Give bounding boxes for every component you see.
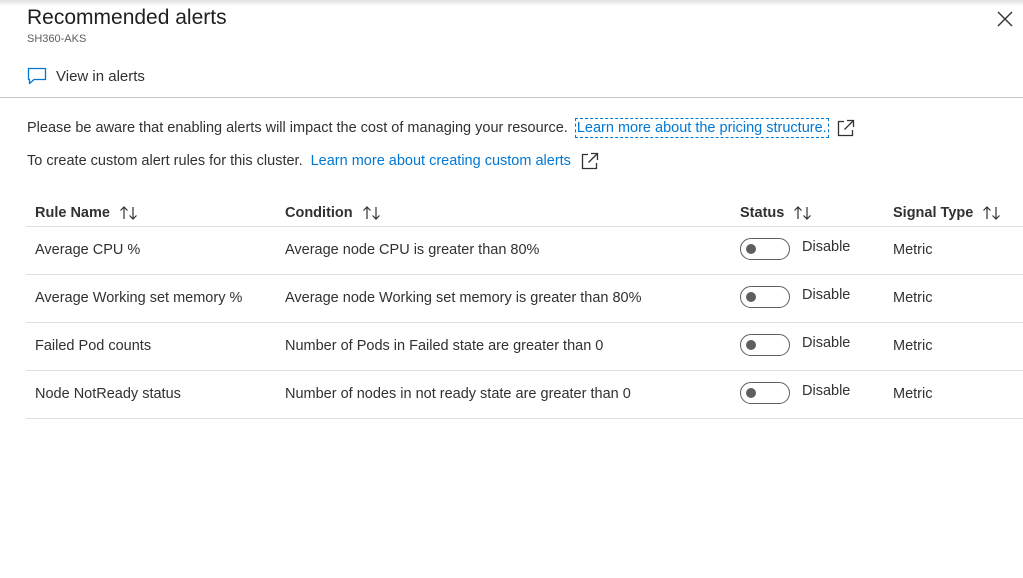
header-condition-label: Condition [285, 205, 353, 221]
toggle-label: Disable [802, 335, 851, 351]
header-signal-type-label: Signal Type [893, 205, 974, 221]
sort-icon [981, 205, 1003, 221]
status-cell: Disable [740, 286, 850, 308]
header-status[interactable]: Status [740, 205, 814, 221]
view-in-alerts-button[interactable]: View in alerts [27, 65, 145, 87]
signal-type-cell: Metric [893, 386, 933, 402]
toggle-knob [746, 340, 756, 350]
toolbar-divider [0, 97, 1023, 98]
status-cell: Disable [740, 334, 850, 356]
cost-notice: Please be aware that enabling alerts wil… [27, 118, 856, 138]
alerts-table: Rule Name Condition Status Signal Type A… [26, 202, 1023, 419]
toggle-label: Disable [802, 383, 851, 399]
sort-icon [361, 205, 383, 221]
header-status-label: Status [740, 205, 785, 221]
table-row: Failed Pod counts Number of Pods in Fail… [26, 323, 1023, 371]
custom-alerts-link[interactable]: Learn more about creating custom alerts [311, 153, 571, 169]
rule-name-cell: Failed Pod counts [35, 338, 152, 354]
sort-icon [792, 205, 814, 221]
custom-alerts-notice: To create custom alert rules for this cl… [27, 151, 600, 171]
condition-cell: Number of Pods in Failed state are great… [285, 338, 604, 354]
status-cell: Disable [740, 382, 850, 404]
close-button[interactable] [994, 8, 1016, 30]
pricing-structure-link[interactable]: Learn more about the pricing structure. [574, 118, 829, 138]
alert-toggle[interactable] [740, 238, 790, 260]
toggle-knob [746, 244, 756, 254]
panel-subtitle: SH360-AKS [27, 33, 87, 45]
toggle-label: Disable [802, 287, 851, 303]
table-row: Average CPU % Average node CPU is greate… [26, 227, 1023, 275]
rule-name-cell: Node NotReady status [35, 386, 181, 402]
table-row: Node NotReady status Number of nodes in … [26, 371, 1023, 419]
header-signal-type[interactable]: Signal Type [893, 205, 1003, 221]
rule-name-cell: Average Working set memory % [35, 290, 243, 306]
condition-cell: Number of nodes in not ready state are g… [285, 386, 631, 402]
sort-icon [118, 205, 140, 221]
alert-toggle[interactable] [740, 334, 790, 356]
custom-alerts-text: To create custom alert rules for this cl… [27, 153, 303, 169]
condition-cell: Average node Working set memory is great… [285, 290, 642, 306]
toggle-label: Disable [802, 239, 851, 255]
header-condition[interactable]: Condition [285, 205, 383, 221]
toggle-knob [746, 292, 756, 302]
external-link-icon[interactable] [580, 151, 600, 171]
signal-type-cell: Metric [893, 338, 933, 354]
toggle-knob [746, 388, 756, 398]
alert-toggle[interactable] [740, 382, 790, 404]
panel-title: Recommended alerts [27, 6, 227, 29]
chat-bubble-icon [27, 66, 47, 86]
table-header: Rule Name Condition Status Signal Type [26, 202, 1023, 227]
condition-cell: Average node CPU is greater than 80% [285, 242, 540, 258]
view-in-alerts-label: View in alerts [56, 67, 145, 85]
cost-notice-text: Please be aware that enabling alerts wil… [27, 120, 568, 136]
header-rule-name-label: Rule Name [35, 205, 110, 221]
table-row: Average Working set memory % Average nod… [26, 275, 1023, 323]
header-rule-name[interactable]: Rule Name [35, 205, 140, 221]
signal-type-cell: Metric [893, 290, 933, 306]
rule-name-cell: Average CPU % [35, 242, 141, 258]
close-icon [994, 8, 1016, 30]
alert-toggle[interactable] [740, 286, 790, 308]
signal-type-cell: Metric [893, 242, 933, 258]
status-cell: Disable [740, 238, 850, 260]
external-link-icon[interactable] [836, 118, 856, 138]
